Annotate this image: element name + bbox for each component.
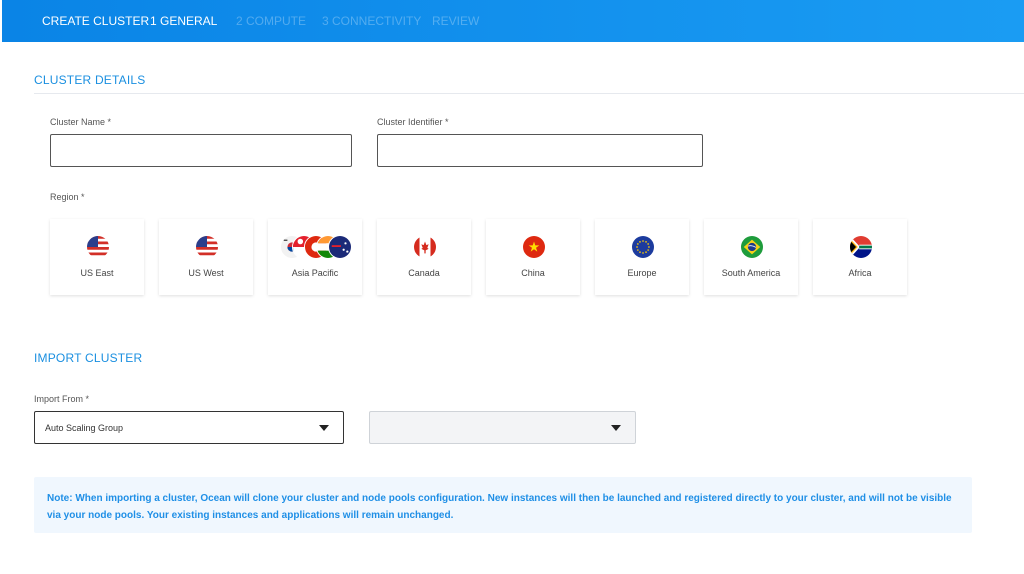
import-from-value: Auto Scaling Group: [45, 422, 124, 433]
region-canada[interactable]: Canada: [377, 219, 471, 295]
brazil-flag-icon: [740, 235, 764, 259]
south-africa-flag-icon: [849, 235, 873, 259]
region-label-text: Africa: [848, 268, 872, 278]
region-label-text: Europe: [627, 268, 657, 278]
step-review[interactable]: REVIEW: [432, 14, 479, 28]
wizard-title: CREATE CLUSTER: [42, 14, 150, 28]
region-label: Region *: [50, 192, 85, 202]
asia-pacific-flags-icon: [280, 235, 352, 259]
australia-flag-icon: [328, 235, 352, 259]
region-asia-pacific[interactable]: Asia Pacific: [268, 219, 362, 295]
section-divider: [34, 93, 1024, 94]
chevron-down-icon: [611, 425, 621, 431]
region-label-text: China: [521, 268, 545, 278]
cluster-identifier-input[interactable]: [377, 134, 703, 167]
cluster-details-title: CLUSTER DETAILS: [34, 73, 146, 87]
region-south-america[interactable]: South America: [704, 219, 798, 295]
region-label-text: South America: [721, 268, 781, 278]
china-flag-icon: [522, 235, 546, 259]
region-label-text: Canada: [408, 268, 440, 278]
step-connectivity[interactable]: 3 CONNECTIVITY: [322, 14, 421, 28]
import-cluster-title: IMPORT CLUSTER: [34, 351, 143, 365]
wizard-header: CREATE CLUSTER 1 GENERAL 2 COMPUTE 3 CON…: [2, 0, 1024, 42]
chevron-down-icon: [319, 425, 329, 431]
import-from-label: Import From *: [34, 394, 90, 404]
us-flag-icon: [195, 235, 219, 259]
us-flag-icon: [86, 235, 110, 259]
cluster-identifier-label: Cluster Identifier *: [377, 117, 449, 127]
region-us-west[interactable]: US West: [159, 219, 253, 295]
import-note: Note: When importing a cluster, Ocean wi…: [34, 477, 972, 533]
region-europe[interactable]: Europe: [595, 219, 689, 295]
region-us-east[interactable]: US East: [50, 219, 144, 295]
step-compute[interactable]: 2 COMPUTE: [236, 14, 306, 28]
region-label-text: US West: [188, 268, 224, 278]
region-label-text: Asia Pacific: [291, 268, 339, 278]
cluster-name-input[interactable]: [50, 134, 352, 167]
region-china[interactable]: China: [486, 219, 580, 295]
region-africa[interactable]: Africa: [813, 219, 907, 295]
region-label-text: US East: [80, 268, 114, 278]
eu-flag-icon: [631, 235, 655, 259]
secondary-import-select[interactable]: [369, 411, 636, 444]
step-general[interactable]: 1 GENERAL: [150, 14, 217, 28]
cluster-name-label: Cluster Name *: [50, 117, 112, 127]
canada-flag-icon: [413, 235, 437, 259]
import-from-select[interactable]: Auto Scaling Group: [34, 411, 344, 444]
